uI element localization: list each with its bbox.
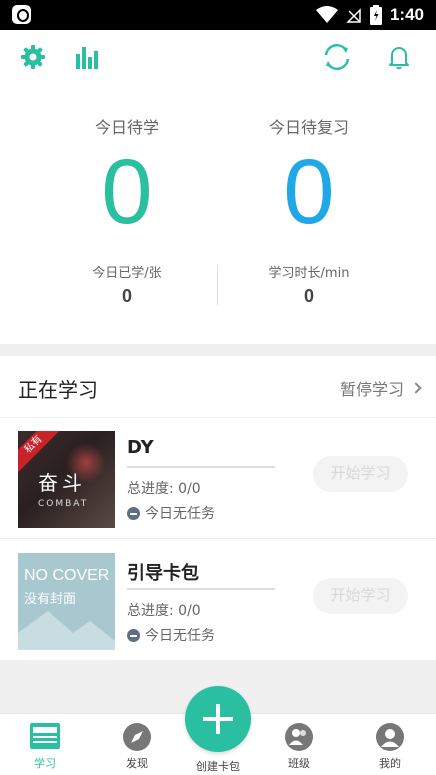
deck-task-text: 今日无任务 bbox=[145, 628, 215, 644]
pause-learning-label: 暂停学习 bbox=[339, 380, 404, 399]
settings-button[interactable] bbox=[16, 40, 50, 74]
sync-icon bbox=[324, 44, 350, 70]
start-learning-button[interactable]: 开始学习 bbox=[313, 456, 408, 492]
cover-subtitle-text: COMBAT bbox=[38, 499, 89, 509]
deck-card[interactable]: 私有 奋斗 COMBAT DY 总进度: 0/0 今日无任务 开始学习 bbox=[0, 418, 436, 539]
no-signal-icon bbox=[346, 8, 361, 23]
minus-circle-icon bbox=[127, 628, 140, 642]
deck-progress-bar bbox=[127, 588, 275, 590]
class-icon bbox=[284, 722, 314, 752]
top-toolbar bbox=[0, 30, 436, 84]
review-count: 0 bbox=[283, 141, 335, 243]
pause-learning-link[interactable]: 暂停学习 bbox=[339, 376, 422, 400]
bell-icon bbox=[389, 47, 409, 70]
duration-label: 学习时长/min bbox=[268, 266, 350, 281]
deck-progress-bar bbox=[127, 466, 275, 468]
deck-title: DY bbox=[127, 437, 154, 458]
plus-icon bbox=[203, 704, 233, 734]
deck-progress-text: 总进度: 0/0 bbox=[127, 481, 201, 497]
private-stamp: 私有 bbox=[18, 431, 61, 472]
section-title: 正在学习 bbox=[18, 378, 98, 402]
battery-icon bbox=[369, 5, 382, 25]
statistics-button[interactable] bbox=[70, 40, 104, 74]
minus-circle-icon bbox=[127, 506, 140, 520]
notifications-button[interactable] bbox=[382, 40, 416, 74]
status-time: 1:40 bbox=[389, 5, 424, 24]
duration-value: 0 bbox=[303, 286, 314, 306]
nav-profile[interactable]: 我的 bbox=[350, 722, 430, 771]
nav-profile-label: 我的 bbox=[379, 757, 401, 770]
nav-class-label: 班级 bbox=[288, 757, 310, 770]
duration-stat: 学习时长/min 0 bbox=[200, 262, 418, 307]
wifi-icon bbox=[315, 6, 338, 23]
review-stat[interactable]: 今日待复习 0 bbox=[200, 114, 418, 240]
learning-section: 正在学习 暂停学习 私有 奋斗 COMBAT DY 总进度: 0/0 今日无任务… bbox=[0, 356, 436, 660]
deck-cover-image: 私有 奋斗 COMBAT bbox=[18, 431, 115, 528]
cover-title-text: 奋斗 bbox=[38, 471, 86, 495]
create-deck-button[interactable] bbox=[185, 686, 251, 752]
nav-discover[interactable]: 发现 bbox=[97, 722, 177, 771]
review-label: 今日待复习 bbox=[268, 118, 349, 137]
deck-task-status: 今日无任务 bbox=[127, 625, 215, 645]
learning-section-header: 正在学习 暂停学习 bbox=[0, 356, 436, 418]
today-stats-panel: 今日待学 0 今日待复习 0 今日已学/张 0 学习时长/min 0 bbox=[0, 84, 436, 344]
profile-icon bbox=[375, 722, 405, 752]
nav-class[interactable]: 班级 bbox=[259, 722, 339, 771]
mountain-placeholder-icon bbox=[18, 611, 115, 650]
status-bar: 1:40 bbox=[0, 0, 436, 30]
deck-title: 引导卡包 bbox=[127, 563, 199, 584]
study-icon bbox=[30, 722, 60, 752]
app-notification-icon bbox=[12, 5, 31, 24]
start-learning-button[interactable]: 开始学习 bbox=[313, 578, 408, 614]
nav-discover-label: 发现 bbox=[126, 757, 148, 770]
deck-task-status: 今日无任务 bbox=[127, 503, 215, 523]
deck-card[interactable]: NO COVER 没有封面 引导卡包 总进度: 0/0 今日无任务 开始学习 bbox=[0, 540, 436, 661]
deck-cover-image: NO COVER 没有封面 bbox=[18, 553, 115, 650]
create-deck-label: 创建卡包 bbox=[196, 760, 240, 773]
bar-chart-icon bbox=[76, 47, 98, 69]
sync-button[interactable] bbox=[320, 40, 354, 74]
nav-study[interactable]: 学习 bbox=[5, 722, 85, 771]
deck-progress-text: 总进度: 0/0 bbox=[127, 603, 201, 619]
deck-task-text: 今日无任务 bbox=[145, 506, 215, 522]
gear-icon bbox=[21, 45, 45, 69]
compass-icon bbox=[122, 722, 152, 752]
nav-study-label: 学习 bbox=[34, 757, 56, 770]
chevron-right-icon bbox=[410, 382, 422, 394]
